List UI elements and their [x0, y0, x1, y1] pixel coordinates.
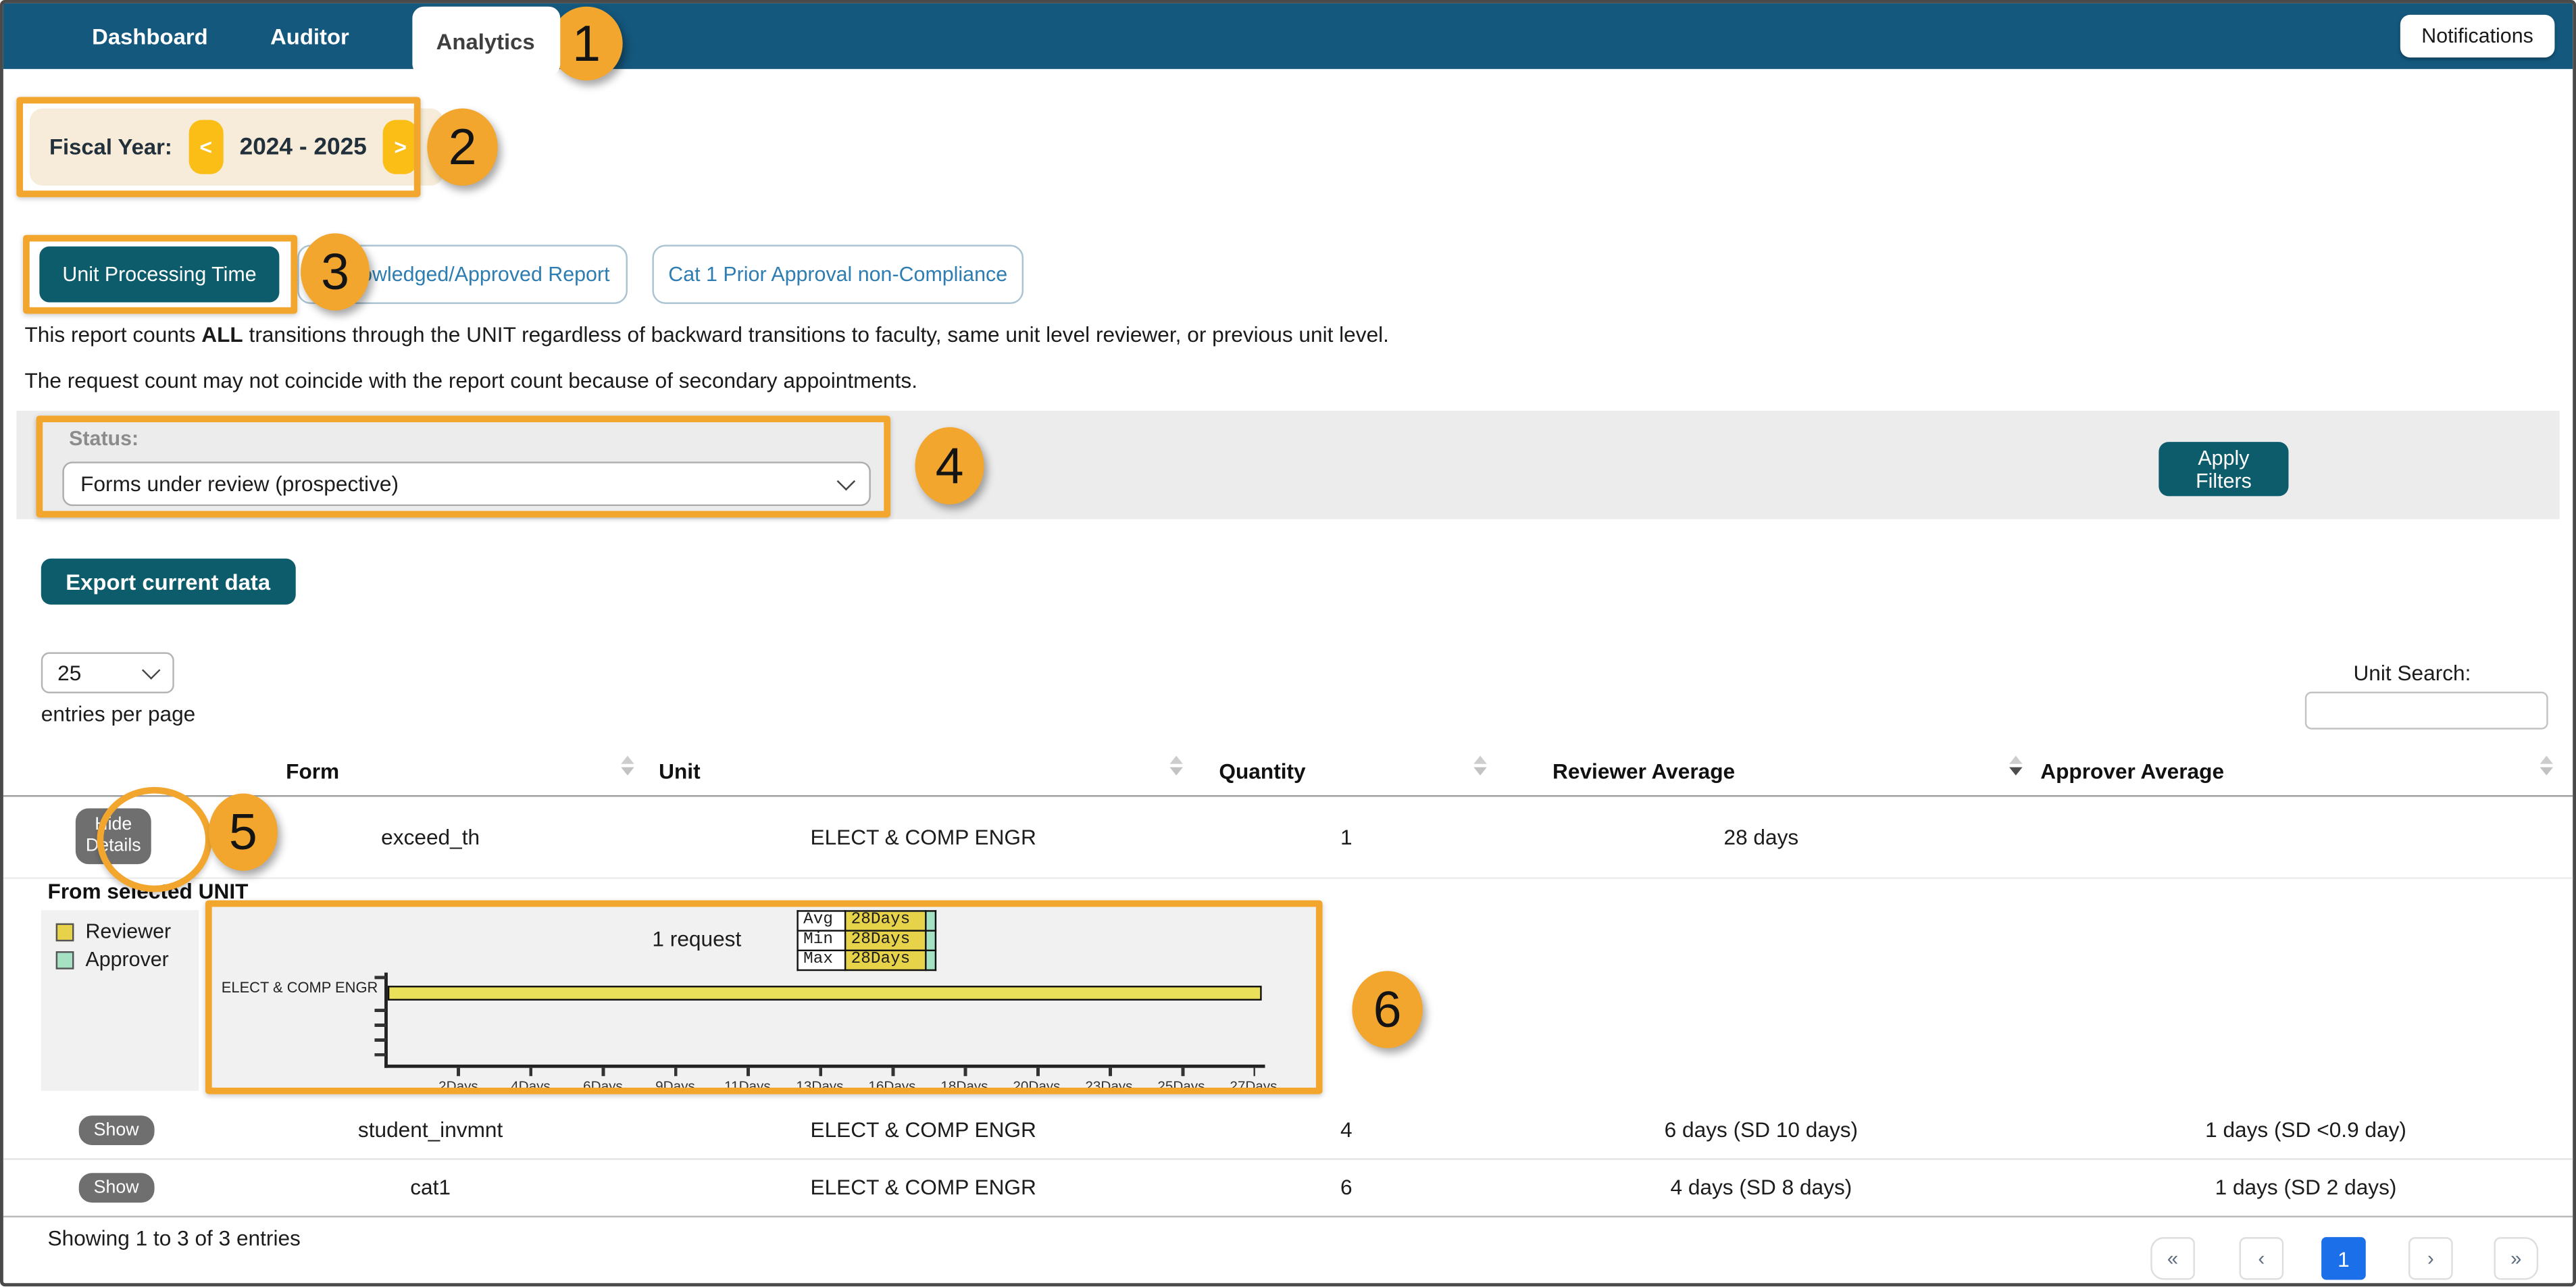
tab-auditor[interactable]: Auditor [270, 24, 349, 48]
cell-reviewer-average: 28 days [1723, 824, 1799, 849]
y-axis-tick [374, 976, 386, 980]
table-row: Show cat1 ELECT & COMP ENGR 6 4 days (SD… [3, 1158, 2573, 1217]
show-details-button[interactable]: Show [78, 1172, 154, 1202]
request-count-label: 1 request [652, 926, 742, 952]
sort-icon[interactable] [1473, 755, 1487, 776]
status-select[interactable]: Forms under review (prospective) [62, 461, 871, 506]
annotation-badge-6: 6 [1352, 971, 1423, 1049]
entries-per-page-label: entries per page [41, 701, 196, 726]
stat-row-avg: Avg 28Days [797, 910, 937, 932]
table-row: Show student_invmnt ELECT & COMP ENGR 4 … [3, 1101, 2573, 1160]
cell-unit: ELECT & COMP ENGR [810, 1174, 1036, 1200]
avg-min-max-table: Avg 28Days Min 28Days Max 28Days [797, 910, 937, 971]
cell-quantity: 6 [1340, 1174, 1353, 1200]
pagination-first-button[interactable]: « [2150, 1237, 2195, 1280]
acknowledged-approved-report-button[interactable]: Acknowledged/Approved Report [297, 245, 628, 304]
approver-stat-cell [925, 949, 937, 971]
cell-reviewer-average: 6 days (SD 10 days) [1664, 1117, 1859, 1142]
y-axis-category-label: ELECT & COMP ENGR [221, 979, 378, 996]
chevron-down-icon [141, 660, 161, 679]
showing-entries-label: Showing 1 to 3 of 3 entries [47, 1226, 301, 1251]
sort-icon[interactable] [2540, 755, 2554, 776]
show-details-button[interactable]: Show [78, 1114, 154, 1144]
tab-analytics[interactable]: Analytics [411, 6, 560, 76]
fiscal-year-next-button[interactable]: > [383, 120, 418, 174]
sort-icon[interactable] [1169, 755, 1183, 776]
page-size-select[interactable]: 25 [41, 652, 174, 694]
unit-search-label: Unit Search: [2353, 660, 2471, 686]
table-header-row: Form Unit Quantity Reviewer Average Appr… [3, 746, 2573, 797]
description-bold: ALL [201, 322, 243, 347]
fiscal-year-selector: Fiscal Year: < 2024 - 2025 > [29, 108, 444, 186]
description-line-2: The request count may not coincide with … [24, 368, 918, 393]
chart-legend: Reviewer Approver [41, 910, 199, 1091]
export-current-data-button[interactable]: Export current data [41, 558, 295, 605]
fiscal-year-prev-button[interactable]: < [188, 120, 224, 174]
legend-item-approver: Approver [55, 948, 199, 971]
fiscal-year-label: Fiscal Year: [49, 134, 172, 159]
approver-stat-cell [925, 910, 937, 932]
cell-approver-average: 1 days (SD 2 days) [2215, 1174, 2397, 1200]
cell-unit: ELECT & COMP ENGR [810, 1117, 1036, 1142]
y-axis-ticks [374, 1009, 386, 1061]
screenshot-scaler: Dashboard Auditor Analytics Notification… [0, 0, 2576, 1287]
main-nav: Dashboard Auditor Analytics [92, 3, 560, 76]
sort-icon[interactable] [621, 755, 634, 776]
apply-filters-button[interactable]: Apply Filters [2158, 442, 2289, 497]
x-axis-ticks [457, 1067, 1255, 1076]
cell-approver-average: 1 days (SD <0.9 day) [2205, 1117, 2406, 1142]
cell-form: exceed_th [381, 824, 480, 849]
unit-processing-time-button[interactable]: Unit Processing Time [39, 246, 280, 303]
hide-details-button[interactable]: Hide Details [75, 807, 151, 865]
reviewer-bar [387, 986, 1262, 1001]
status-select-value: Forms under review (prospective) [80, 471, 399, 497]
cell-quantity: 4 [1340, 1117, 1353, 1142]
processing-time-chart: 1 request Avg 28Days Min 28Days Max 28Da… [211, 907, 1316, 1094]
pagination-page-1-button[interactable]: 1 [2321, 1237, 2366, 1280]
toggle-column-header [3, 746, 217, 795]
column-header-approver-average[interactable]: Approver Average [2032, 746, 2573, 795]
approver-stat-cell [925, 930, 937, 952]
fiscal-year-value: 2024 - 2025 [239, 134, 367, 161]
notifications-button[interactable]: Notifications [2400, 14, 2555, 58]
approver-swatch-icon [55, 950, 74, 969]
cell-reviewer-average: 4 days (SD 8 days) [1670, 1174, 1852, 1200]
column-header-reviewer-average[interactable]: Reviewer Average [1490, 746, 2032, 795]
stat-row-max: Max 28Days [797, 949, 937, 971]
detail-panel-title: From selected UNIT [47, 879, 249, 904]
unit-search-input[interactable] [2304, 691, 2548, 730]
tab-dashboard[interactable]: Dashboard [92, 24, 207, 48]
table-row: Hide Details exceed_th ELECT & COMP ENGR… [3, 795, 2573, 880]
column-header-unit[interactable]: Unit [644, 746, 1203, 795]
column-header-form[interactable]: Form [217, 746, 644, 795]
pagination-prev-button[interactable]: ‹ [2239, 1237, 2284, 1280]
sort-desc-icon[interactable] [2009, 755, 2023, 776]
stat-row-min: Min 28Days [797, 930, 937, 952]
column-header-quantity[interactable]: Quantity [1203, 746, 1490, 795]
chevron-down-icon [836, 471, 856, 490]
cell-unit: ELECT & COMP ENGR [810, 824, 1036, 849]
cell-form: student_invmnt [357, 1117, 503, 1142]
pagination-next-button[interactable]: › [2408, 1237, 2453, 1280]
top-navbar: Dashboard Auditor Analytics Notification… [3, 3, 2573, 76]
legend-item-reviewer: Reviewer [55, 920, 199, 943]
page-size-value: 25 [57, 660, 82, 686]
cell-form: cat1 [410, 1174, 451, 1200]
description-line-1: This report counts ALL transitions throu… [24, 322, 1389, 347]
pagination-last-button[interactable]: » [2494, 1237, 2539, 1280]
x-axis-tick-labels: 2Days 4Days 6Days 9Days 11Days 13Days 16Day… [438, 1078, 1278, 1094]
status-label: Status: [69, 427, 139, 451]
cell-quantity: 1 [1340, 824, 1353, 849]
cat1-prior-approval-button[interactable]: Cat 1 Prior Approval non-Compliance [652, 245, 1024, 304]
reviewer-swatch-icon [55, 922, 74, 941]
report-description: This report counts ALL transitions throu… [24, 319, 1388, 411]
app-window: Dashboard Auditor Analytics Notification… [0, 0, 2576, 1287]
